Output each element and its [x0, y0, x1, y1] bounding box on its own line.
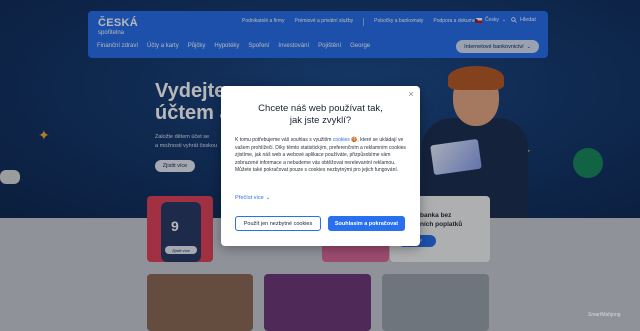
read-more-label: Přečíst více: [235, 195, 264, 201]
close-icon[interactable]: ×: [407, 90, 415, 99]
chevron-down-icon: ⌄: [265, 195, 271, 201]
cookies-link[interactable]: cookies: [333, 137, 350, 143]
read-more-link[interactable]: Přečíst více ⌄: [235, 195, 270, 201]
cookie-dialog-title: Chcete náš web používat tak, jak jste zv…: [258, 103, 383, 126]
watermark: SmartMahjong: [588, 312, 621, 318]
necessary-cookies-button[interactable]: Použít jen nezbytné cookies: [235, 216, 321, 231]
cookie-consent-dialog: × Chcete náš web používat tak, jak jste …: [221, 86, 420, 246]
accept-cookies-button[interactable]: Souhlasím a pokračovat: [328, 216, 405, 231]
cookie-dialog-text: K tomu potřebujeme váš souhlas s využití…: [235, 137, 406, 173]
